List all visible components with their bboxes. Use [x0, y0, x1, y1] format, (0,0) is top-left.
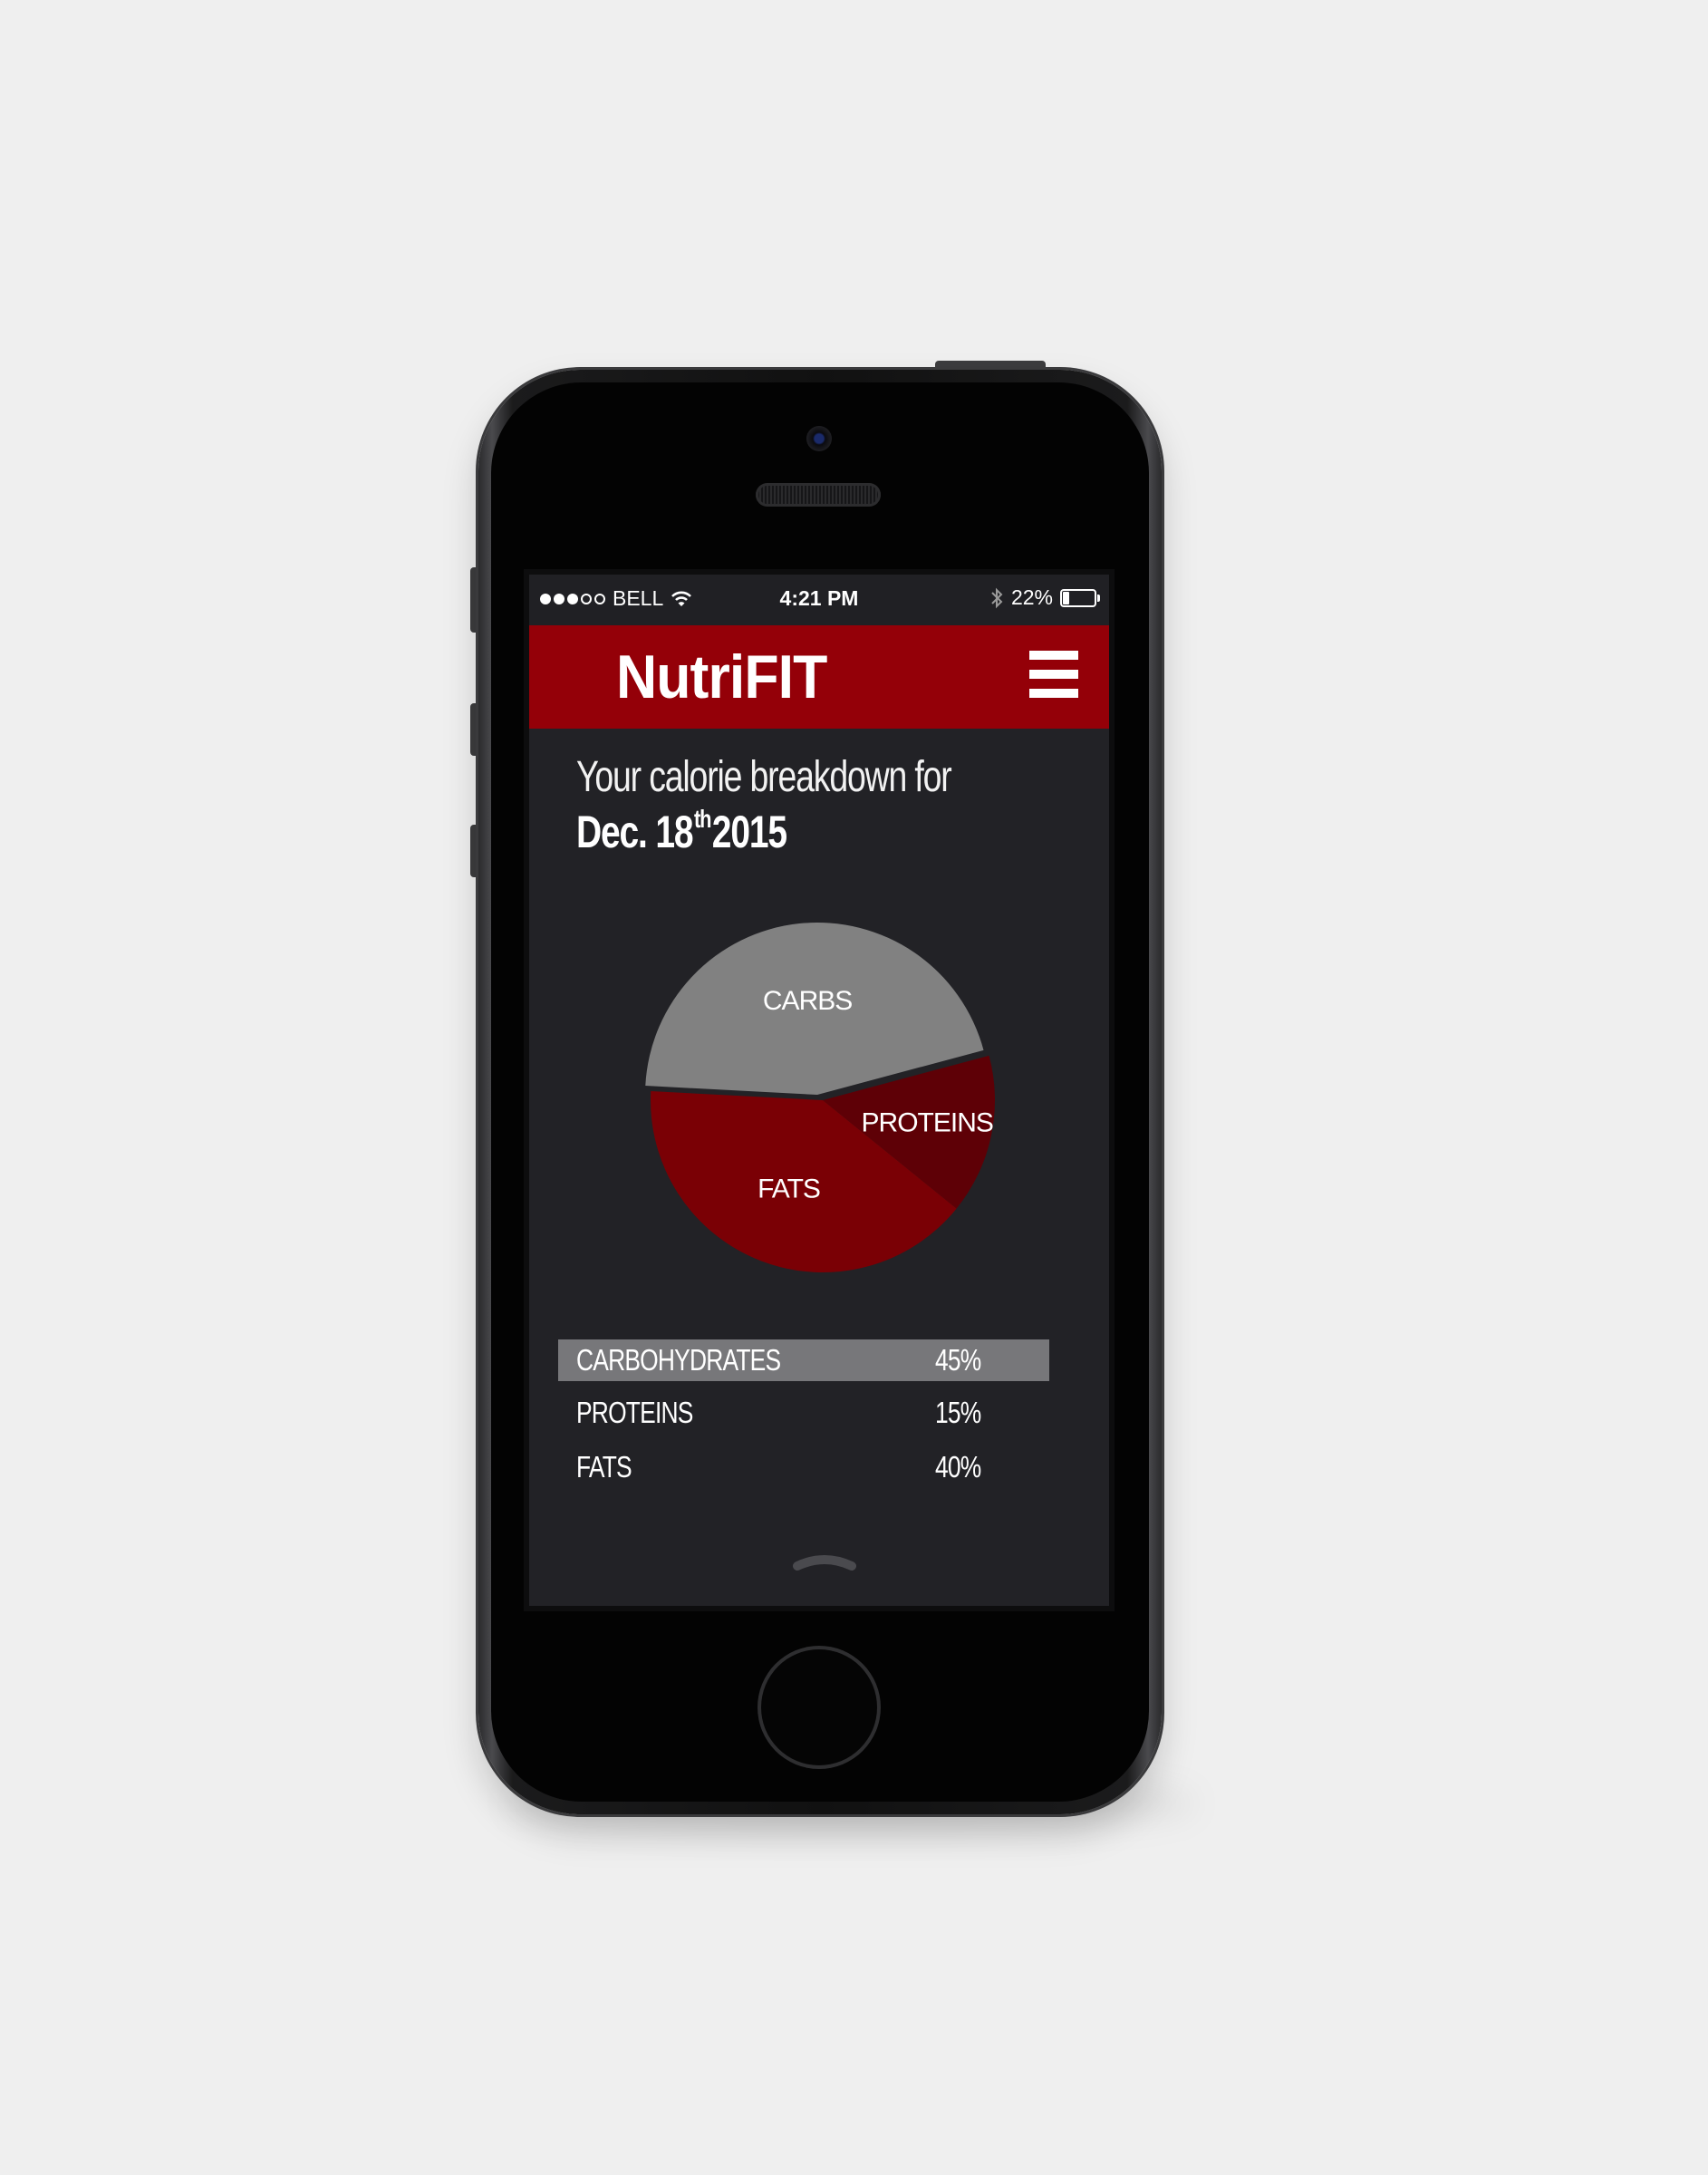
breakdown-value: 40%: [935, 1450, 981, 1484]
chevron-up-icon[interactable]: [792, 1552, 857, 1573]
breakdown-label: PROTEINS: [576, 1396, 693, 1429]
device-mockup: BELL 4:21 PM 22% NutriFIT Your calorie b…: [0, 0, 1708, 2175]
hamburger-menu-icon[interactable]: [1029, 651, 1078, 698]
pie-label-proteins: PROTEINS: [862, 1107, 993, 1137]
breakdown-row-fats[interactable]: FATS 40%: [558, 1446, 1049, 1490]
front-camera: [806, 426, 832, 451]
app-title: NutriFIT: [616, 643, 827, 711]
battery-level: [1063, 591, 1069, 604]
app-header: NutriFIT: [529, 625, 1109, 729]
breakdown-row-proteins[interactable]: PROTEINS 15%: [558, 1392, 1049, 1436]
pie-label-fats: FATS: [758, 1174, 820, 1204]
breakdown-row-carbohydrates[interactable]: CARBOHYDRATES 45%: [558, 1339, 1049, 1381]
main-content: Your calorie breakdown for Dec. 18th2015…: [529, 729, 1109, 1606]
battery-icon: [1060, 588, 1100, 607]
home-button[interactable]: [758, 1646, 881, 1769]
earpiece-speaker: [756, 483, 881, 507]
battery-percentage: 22%: [1010, 585, 1053, 609]
breakdown-value: 45%: [935, 1343, 981, 1377]
breakdown-label: FATS: [576, 1450, 632, 1484]
bluetooth-icon: [991, 587, 1003, 608]
status-right: 22%: [989, 585, 1100, 610]
breakdown-value: 15%: [935, 1396, 981, 1429]
breakdown-list: CARBOHYDRATES 45% PROTEINS 15% FATS 40%: [558, 1339, 1049, 1501]
breakdown-label: CARBOHYDRATES: [576, 1343, 781, 1377]
status-bar: BELL 4:21 PM 22%: [529, 575, 1109, 625]
pie-label-carbs: CARBS: [763, 986, 852, 1016]
